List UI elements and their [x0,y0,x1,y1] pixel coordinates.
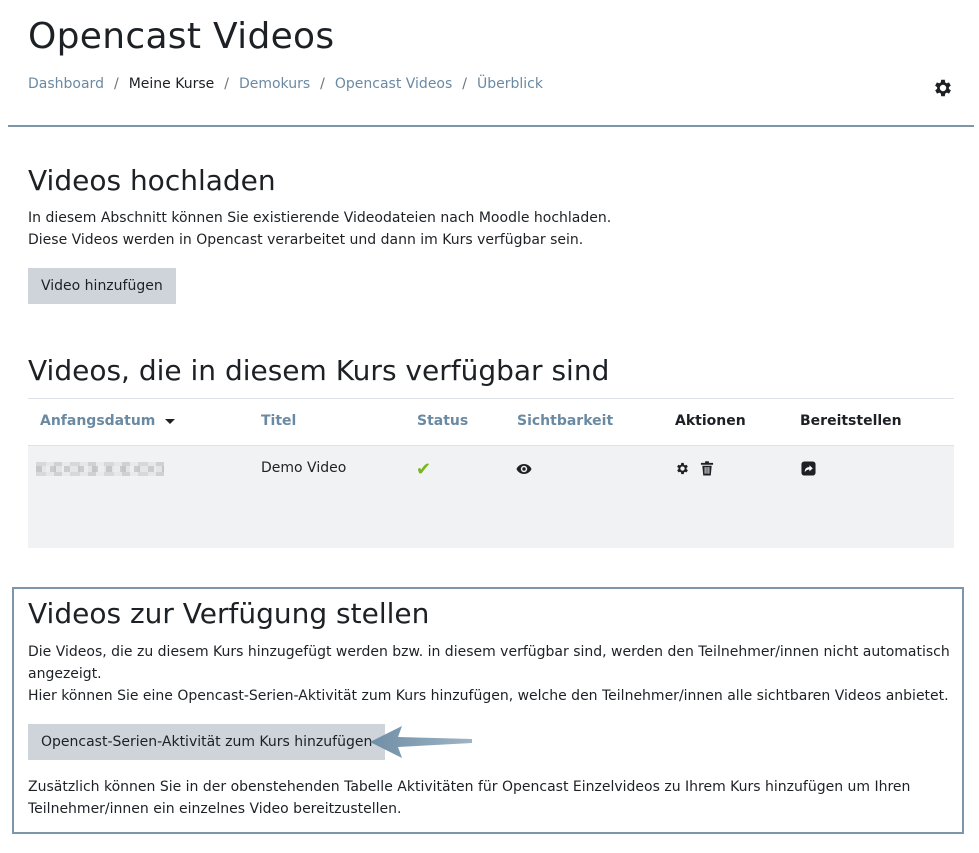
gear-icon[interactable] [932,77,954,99]
trash-icon[interactable] [700,461,714,476]
breadcrumb-separator: / [462,76,468,92]
video-title-cell: Demo Video [261,460,347,476]
breadcrumb-meine-kurse: Meine Kurse [128,76,215,92]
videos-section-title: Videos, die in diesem Kurs verfügbar sin… [28,354,610,387]
add-series-activity-button[interactable]: Opencast-Serien-Aktivität zum Kurs hinzu… [28,724,386,760]
start-date-blurred [36,462,164,476]
provide-description-line3: Hier können Sie eine Opencast-Serien-Akt… [28,688,949,704]
share-icon[interactable] [801,461,816,476]
breadcrumb-separator: / [320,76,325,92]
provide-note-line1: Zusätzlich können Sie in der obenstehend… [28,779,911,795]
caret-down-icon [165,419,176,424]
header-divider [8,125,974,127]
breadcrumb-opencast-videos[interactable]: Opencast Videos [335,76,452,92]
column-header-status[interactable]: Status [417,413,468,429]
column-header-date-label: Anfangsdatum [40,413,156,429]
provide-description-line2: angezeigt. [28,666,102,682]
upload-section-title: Videos hochladen [28,164,276,197]
column-header-actions: Aktionen [675,413,746,429]
column-header-provide: Bereitstellen [800,413,902,429]
upload-description-line2: Diese Videos werden in Opencast verarbei… [28,232,584,248]
table-header: Anfangsdatum Titel Status Sichtbarkeit A… [28,399,954,445]
breadcrumb-demokurs[interactable]: Demokurs [239,76,310,92]
arrow-pointer-icon [370,726,472,758]
column-header-date[interactable]: Anfangsdatum [40,413,176,429]
column-header-title[interactable]: Titel [261,413,296,429]
table-row: Demo Video ✔ [28,445,954,548]
breadcrumb-separator: / [113,76,119,92]
breadcrumb: Dashboard / Meine Kurse / Demokurs / Ope… [28,76,543,92]
status-check-icon: ✔ [416,459,432,480]
column-header-visibility[interactable]: Sichtbarkeit [517,413,613,429]
provide-description-line1: Die Videos, die zu diesem Kurs hinzugefü… [28,644,950,660]
eye-icon[interactable] [516,461,532,477]
breadcrumb-ueberblick[interactable]: Überblick [477,76,543,92]
provide-note-line2: Teilnehmer/innen ein einzelnes Video ber… [28,801,402,817]
breadcrumb-separator: / [224,76,229,92]
upload-description-line1: In diesem Abschnitt können Sie existiere… [28,210,612,226]
gear-icon[interactable] [675,461,690,476]
add-video-button[interactable]: Video hinzufügen [28,268,176,304]
provide-section-title: Videos zur Verfügung stellen [28,597,430,630]
breadcrumb-dashboard[interactable]: Dashboard [28,76,104,92]
page-title: Opencast Videos [28,16,335,57]
videos-table: Anfangsdatum Titel Status Sichtbarkeit A… [28,398,954,548]
